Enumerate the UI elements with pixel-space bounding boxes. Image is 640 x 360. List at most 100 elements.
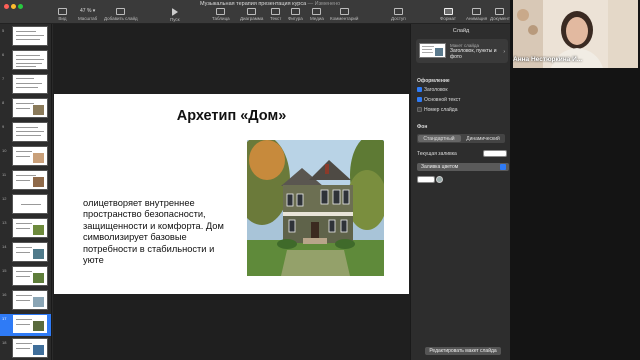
current-fill-swatch[interactable] [483, 150, 507, 157]
checkbox-title[interactable]: Заголовок [417, 87, 448, 93]
current-slide[interactable]: Архетип «Дом» олицетворяет внутреннее пр… [54, 94, 409, 294]
slide-number: 12 [2, 196, 7, 201]
animate-icon [472, 8, 482, 15]
inspector-panel: Слайд Макет слайда Заголовок, пункты и ф… [410, 24, 510, 360]
slide-thumbnail-9[interactable]: 9 [0, 122, 51, 144]
comment-button[interactable]: Комментарий [330, 8, 358, 21]
slide-preview [12, 194, 48, 214]
format-icon [443, 8, 453, 15]
document-title: Музыкальная терапия презентация курса — … [200, 1, 340, 7]
zoom-window-button[interactable] [18, 4, 23, 9]
chart-label: Диаграмма [240, 16, 264, 21]
view-button[interactable]: Вид [58, 8, 67, 21]
checkbox-label: Номер слайда [424, 107, 458, 113]
slide-navigator: 5 6 7 8 9 10 11 12 13 14 15 16 17 18 [0, 24, 52, 360]
view-label: Вид [58, 16, 67, 21]
table-label: Таблица [212, 16, 230, 21]
fill-type-select[interactable]: Заливка цветом [417, 163, 509, 171]
slide-number: 10 [2, 148, 7, 153]
slide-number: 16 [2, 292, 7, 297]
slide-preview [12, 242, 48, 262]
document-status: — Изменено [307, 1, 341, 7]
chart-button[interactable]: Диаграмма [240, 8, 263, 21]
media-button[interactable]: Медиа [310, 8, 324, 21]
document-button[interactable]: Документ [490, 8, 510, 21]
play-icon [171, 8, 178, 16]
slide-number: 13 [2, 220, 7, 225]
slide-thumbnail-17[interactable]: 17 [0, 314, 51, 336]
slide-number: 15 [2, 268, 7, 273]
slide-number: 8 [2, 100, 5, 105]
slide-preview [12, 122, 48, 142]
color-picker-icon[interactable] [436, 176, 443, 183]
slide-thumbnail-13[interactable]: 13 [0, 218, 51, 240]
text-button[interactable]: Текст [270, 8, 281, 21]
document-label: Документ [490, 16, 510, 21]
slide-photo-house[interactable] [247, 140, 384, 276]
slide-title[interactable]: Архетип «Дом» [54, 108, 409, 124]
zoom-button[interactable]: Масштаб [78, 15, 97, 21]
minimize-window-button[interactable] [11, 4, 16, 9]
background-mode-segmented[interactable]: Стандартный Динамический [417, 134, 505, 143]
slide-thumbnail-15[interactable]: 15 [0, 266, 51, 288]
background-header: Фон [417, 124, 428, 130]
zoom-select[interactable]: 47 % ▾ [80, 8, 95, 14]
slide-thumbnail-6[interactable]: 6 [0, 50, 51, 72]
slide-preview [12, 74, 48, 94]
layout-preview [419, 43, 446, 58]
slide-preview [12, 290, 48, 310]
checkbox-label: Заголовок [424, 87, 448, 93]
slide-thumbnail-7[interactable]: 7 [0, 74, 51, 96]
slide-thumbnail-10[interactable]: 10 [0, 146, 51, 168]
edit-slide-layout-button[interactable]: Редактировать макет слайда [425, 347, 501, 355]
checkbox-slide-number[interactable]: Номер слайда [417, 107, 457, 113]
checkbox-body[interactable]: Основной текст [417, 97, 460, 103]
text-icon [271, 8, 281, 15]
slide-preview [12, 218, 48, 238]
format-button[interactable]: Формат [440, 8, 456, 21]
slide-preview [12, 338, 48, 358]
slide-thumbnail-14[interactable]: 14 [0, 242, 51, 264]
slide-number: 6 [2, 52, 5, 57]
slide-thumbnail-16[interactable]: 16 [0, 290, 51, 312]
close-window-button[interactable] [4, 4, 9, 9]
slide-thumbnail-5[interactable]: 5 [0, 26, 51, 48]
slide-layout-picker[interactable]: Макет слайда Заголовок, пункты и фото › [416, 39, 508, 63]
layout-name: Заголовок, пункты и фото [450, 48, 497, 60]
slide-thumbnail-18[interactable]: 18 [0, 338, 51, 360]
segment-standard[interactable]: Стандартный [417, 136, 461, 142]
slide-number: 18 [2, 340, 7, 345]
slide-preview [12, 314, 48, 334]
current-fill-label: Текущая заливка [417, 151, 457, 157]
appearance-header: Оформление [417, 78, 450, 84]
slide-thumbnail-11[interactable]: 11 [0, 170, 51, 192]
checkbox-label: Основной текст [424, 97, 461, 103]
slide-thumbnail-12[interactable]: 12 [0, 194, 51, 216]
media-label: Медиа [310, 16, 324, 21]
animate-button[interactable]: Анимация [466, 8, 487, 21]
slide-number: 9 [2, 124, 5, 129]
slide-preview [12, 50, 48, 70]
fill-color-well[interactable] [417, 176, 435, 183]
slide-thumbnail-8[interactable]: 8 [0, 98, 51, 120]
comment-icon [339, 8, 349, 15]
segment-dynamic[interactable]: Динамический [461, 136, 505, 142]
table-button[interactable]: Таблица [212, 8, 230, 21]
video-call-panel: Анна Нестюркина И... [510, 0, 640, 360]
slide-number: 11 [2, 172, 7, 177]
view-icon [58, 8, 67, 15]
table-icon [216, 8, 226, 15]
shape-button[interactable]: Фигура [288, 8, 303, 21]
slide-canvas[interactable]: Архетип «Дом» олицетворяет внутреннее пр… [53, 24, 410, 360]
share-button[interactable]: Доступ [391, 8, 406, 21]
slide-preview [12, 146, 48, 166]
comment-label: Комментарий [330, 16, 359, 21]
add-slide-button[interactable]: Добавить слайд [104, 8, 138, 21]
add-slide-icon [116, 8, 126, 15]
slide-preview [12, 98, 48, 118]
slide-number: 7 [2, 76, 5, 81]
slide-body-text[interactable]: олицетворяет внутреннее пространство без… [83, 198, 233, 266]
tab-slide[interactable]: Слайд [411, 28, 511, 34]
play-button[interactable]: Пуск [170, 8, 180, 22]
checkbox-checked-icon [417, 87, 422, 92]
